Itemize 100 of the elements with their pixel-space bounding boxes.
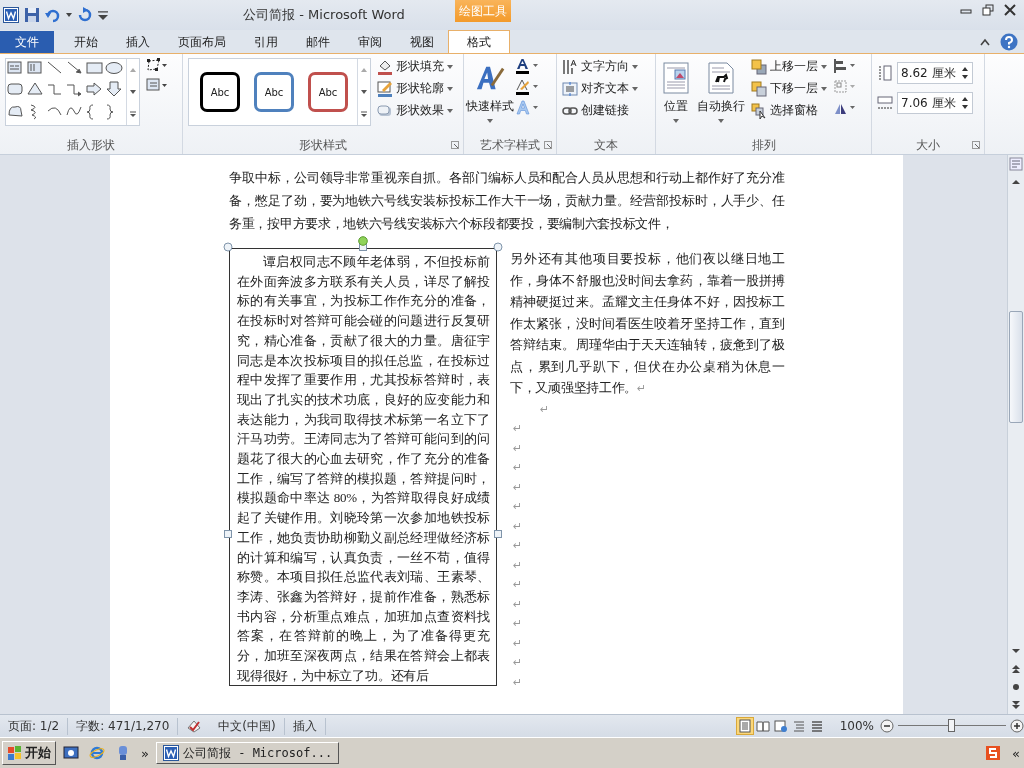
text-box-icon[interactable]	[146, 78, 168, 92]
customize-toolbar-icon[interactable]	[98, 10, 108, 20]
paragraph-mark: ↵	[513, 578, 523, 591]
ribbon-tab[interactable]: 引用	[240, 31, 292, 53]
redo-icon[interactable]	[77, 7, 93, 23]
ribbon-tab[interactable]: 插入	[112, 31, 164, 53]
paragraph: 另外还有其他项目要投标，他们夜以继日地工作，身体不舒服也没时间去拿药，靠着一股拼搏精神硬挺过来。孟耀文主任身体不好，因投标工作太紧张，没时间看医生咬着牙坚持工作，直到答辩结束。周瑾华由于天天连轴转，疲惫到了极点，累到几乎趴下，但伏在办公桌稍为休息一下，又顽强坚持工作。↵	[510, 250, 785, 397]
windows-flag-icon	[7, 745, 23, 761]
paragraph-mark: ↵	[637, 382, 646, 395]
page-count[interactable]: 页面: 1/2	[6, 717, 69, 735]
word-logo-icon[interactable]	[3, 7, 19, 23]
word-count[interactable]: 字数: 471/1,270	[68, 717, 179, 735]
word-logo-icon	[162, 745, 179, 761]
paint-bucket-icon	[377, 58, 393, 75]
shape-style-preset[interactable]: Abc	[254, 72, 294, 112]
zoom-out-icon[interactable]	[880, 719, 894, 733]
window-title: 公司简报 - Microsoft Word	[242, 6, 406, 24]
help-icon[interactable]	[1000, 33, 1018, 51]
ribbon-tab[interactable]: 邮件	[292, 31, 344, 53]
ribbon-tab[interactable]: 页面布局	[164, 31, 240, 53]
dropdown-caret-icon	[821, 86, 827, 91]
zoom-in-icon[interactable]	[1010, 719, 1024, 733]
spinner-arrows-icon	[961, 96, 969, 110]
dropdown-caret-icon[interactable]	[66, 13, 72, 17]
scrollbar-thumb[interactable]	[1009, 311, 1023, 423]
width-field[interactable]: 7.06 厘米	[897, 92, 973, 114]
resize-handle[interactable]	[494, 530, 502, 538]
page-picture-icon	[661, 62, 691, 94]
paragraph-mark: ↵	[513, 519, 523, 533]
collapse-ribbon-icon[interactable]	[980, 37, 990, 47]
text-direction-icon	[562, 58, 578, 75]
send-backward-icon	[751, 80, 767, 97]
shape-width-icon	[877, 95, 893, 111]
close-icon[interactable]	[1004, 4, 1016, 16]
ribbon-command[interactable]: 选择窗格	[751, 102, 827, 119]
align-text-icon	[562, 80, 578, 97]
rotation-handle[interactable]	[358, 236, 368, 246]
group-label: 插入形状	[67, 136, 115, 154]
shape-style-preset[interactable]: Abc	[308, 72, 348, 112]
dropdown-caret-icon	[673, 119, 679, 123]
browser-icon[interactable]	[89, 745, 105, 761]
start-button[interactable]: 开始	[2, 741, 56, 765]
dropdown-caret-icon	[718, 119, 724, 123]
ribbon-tab[interactable]: 视图	[396, 31, 448, 53]
resize-handle[interactable]	[493, 242, 503, 252]
dialog-launcher-icon[interactable]	[544, 141, 552, 149]
proofing-icon[interactable]	[186, 718, 203, 734]
view-button[interactable]	[735, 717, 754, 735]
paragraph-mark: ↵	[513, 500, 523, 513]
dialog-launcher-icon[interactable]	[972, 141, 980, 149]
ribbon-command[interactable]: 创建链接	[562, 102, 638, 119]
save-icon[interactable]	[24, 7, 40, 23]
align-icon[interactable]	[833, 58, 857, 74]
ribbon-tab[interactable]: 审阅	[344, 31, 396, 53]
tray-app-icon[interactable]	[985, 745, 1002, 761]
page-dog-icon	[706, 62, 736, 94]
quick-launch-more[interactable]: »	[138, 745, 152, 761]
undo-icon[interactable]	[45, 7, 61, 23]
view-button[interactable]	[771, 717, 790, 735]
zoom-level[interactable]: 100%	[839, 719, 874, 733]
desktop-icon[interactable]	[63, 745, 79, 761]
show-hidden-icons[interactable]: «	[1008, 745, 1024, 761]
dropdown-caret-icon	[487, 119, 493, 123]
language-indicator[interactable]: 中文(中国)	[210, 717, 285, 735]
quick-styles-button[interactable]: 快速样式	[466, 58, 514, 123]
ribbon-command[interactable]: 形状轮廓	[377, 80, 453, 97]
edit-shape-icon[interactable]	[146, 58, 168, 72]
ribbon-large-button[interactable]: 位置	[661, 58, 691, 123]
zoom-slider-thumb[interactable]	[948, 719, 955, 732]
group-label: 形状样式	[299, 136, 347, 154]
insert-mode-indicator[interactable]: 插入	[284, 717, 326, 735]
ribbon-command[interactable]: 形状效果	[377, 102, 453, 119]
group-label: 文本	[594, 136, 618, 154]
file-tab[interactable]: 文件	[0, 31, 54, 53]
resize-handle[interactable]	[223, 242, 233, 252]
ribbon-command[interactable]: 对齐文本	[562, 80, 638, 97]
height-field[interactable]: 8.62 厘米	[897, 62, 973, 84]
dialog-launcher-icon[interactable]	[451, 141, 459, 149]
ribbon-command[interactable]: 形状填充	[377, 58, 453, 75]
ribbon-command[interactable]: 文字方向	[562, 58, 638, 75]
restore-icon[interactable]	[982, 4, 994, 16]
drawing-tools-header: 绘图工具	[455, 0, 511, 22]
ruler-toggle-icon[interactable]	[1009, 157, 1023, 171]
dropdown-caret-icon	[632, 64, 638, 69]
text-outline-icon[interactable]	[516, 79, 540, 95]
dropdown-caret-icon	[447, 108, 453, 113]
ribbon-tab[interactable]: 格式	[448, 30, 510, 53]
draft-icon	[809, 719, 824, 733]
text-box-text: 谭启权同志不顾年老体弱，不但投标前在外面奔波多方联系有关人员，详尽了解投标的有关事宜，为投标工作作充分的准备，在投标时对答辩可能会碰的问题进行反复研究，精心准备，贡献了很大的力量。唐征宇同志是本次投标项目的拟任总监，在投标过程中发挥了重要作用，尤其投标答辩时，表现出了扎实的技术功底，良好的应变能力和表达能力，为我司取得技术标第一名立下了汗马功劳。王涛同志为了答辩可能问到的问题花了很大的心血去研究，作了充分的准备工作，编写了答辩的模拟题，答辩提问时，模拟题命中率达 80%，为答辩取得良好成绩起了关键作用。刘晓玲第一次参加地铁投标工作，她负责协助柳勤义副总经理做经济标的计算和编写，认真负责，一丝不苟，值得称赞。本项目拟任总监代表刘瑞、王素琴、李涛、张鑫为答辩好，提前作准备，熟悉标书内容，分析重点难点，加班加点查资料找答案，在答辩前的晚上，为了准备得更充分，加班至深夜两点，结果在答辩会上都表现得很好，为中标立了功。还有后	[237, 253, 490, 685]
paragraph-mark: ↵	[513, 441, 523, 455]
ribbon-command[interactable]: 上移一层	[751, 58, 827, 75]
ribbon-large-button[interactable]: 自动换行	[697, 58, 745, 123]
paragraph-mark: ↵	[513, 597, 523, 611]
text-fill-icon[interactable]	[516, 58, 540, 74]
shape-style-preset[interactable]: Abc	[200, 72, 240, 112]
taskbar-button[interactable]: 公司简报 - Microsof...	[155, 742, 340, 764]
ribbon-command[interactable]: 下移一层	[751, 80, 827, 97]
resize-handle[interactable]	[224, 530, 232, 538]
paragraph-mark: ↵	[513, 617, 523, 630]
ribbon-tab[interactable]: 开始	[60, 31, 112, 53]
